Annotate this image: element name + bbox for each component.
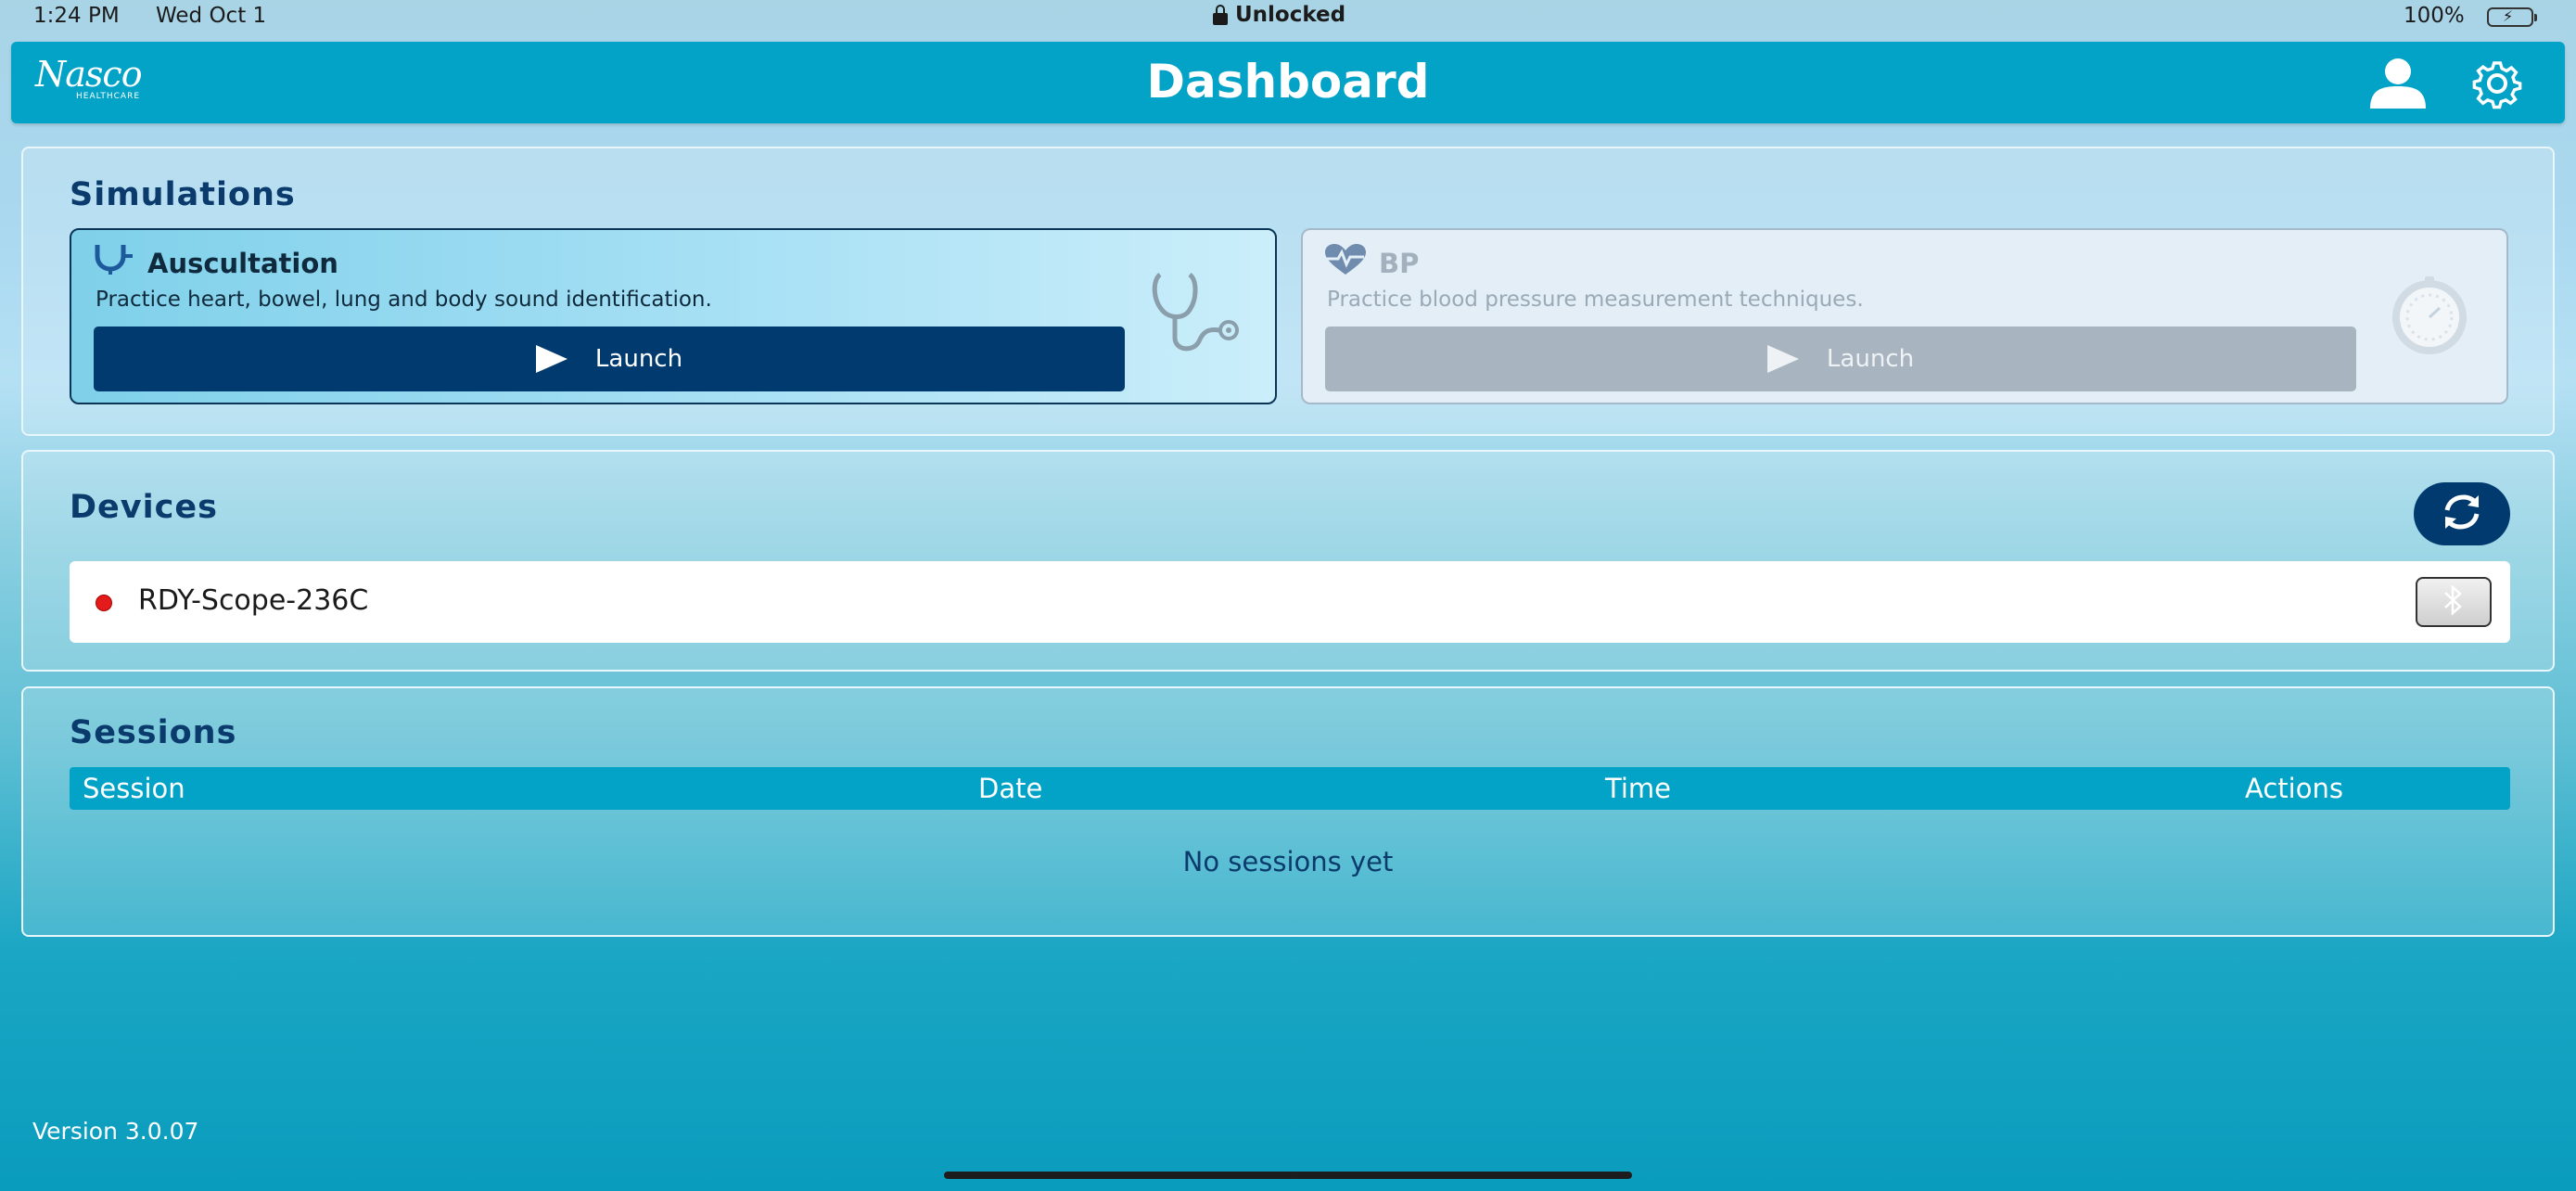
status-bar: 1:24 PM Wed Oct 1 Unlocked 100%: [0, 0, 2576, 35]
app-header: Nasco HEALTHCARE Dashboard: [11, 42, 2565, 123]
status-time: 1:24 PM: [33, 4, 120, 28]
devices-title: Devices: [70, 489, 218, 526]
launch-label: Launch: [1826, 345, 1915, 373]
bluetooth-icon: [2442, 584, 2466, 620]
stethoscope-icon: [92, 243, 136, 283]
battery-percent: 100%: [2404, 4, 2465, 28]
bp-title: BP: [1379, 247, 1420, 279]
bp-header: BP: [1323, 243, 1419, 283]
battery-icon: [2487, 7, 2537, 27]
bp-description: Practice blood pressure measurement tech…: [1327, 288, 1864, 312]
app-version: Version 3.0.07: [32, 1118, 199, 1145]
auscultation-description: Practice heart, bowel, lung and body sou…: [96, 288, 712, 312]
lock-icon: [1213, 4, 1228, 25]
launch-label: Launch: [594, 345, 683, 373]
empty-sessions-message: No sessions yet: [1182, 846, 1394, 877]
bluetooth-connect-button[interactable]: [2416, 577, 2492, 627]
column-header-date[interactable]: Date: [978, 773, 1042, 804]
simulations-title: Simulations: [70, 176, 296, 213]
lock-status: Unlocked: [1213, 3, 1345, 27]
column-header-time[interactable]: Time: [1605, 773, 1671, 804]
gauge-icon: [2378, 271, 2480, 360]
auscultation-launch-button[interactable]: Launch: [94, 327, 1125, 391]
refresh-icon: [2440, 493, 2484, 534]
column-header-actions: Actions: [2245, 773, 2343, 804]
simulations-panel: Simulations Auscultation Practice heart,…: [21, 147, 2555, 436]
lock-label: Unlocked: [1235, 3, 1346, 27]
play-icon: [535, 345, 567, 373]
connection-status-dot: [96, 595, 112, 611]
device-row[interactable]: RDY-Scope-236C: [70, 561, 2510, 643]
heart-pulse-icon: [1323, 243, 1368, 283]
home-indicator[interactable]: [944, 1172, 1632, 1179]
refresh-button[interactable]: [2414, 482, 2510, 545]
device-name: RDY-Scope-236C: [138, 584, 369, 617]
column-header-session[interactable]: Session: [83, 773, 185, 804]
page-title: Dashboard: [1146, 55, 1430, 109]
auscultation-title: Auscultation: [147, 247, 338, 279]
user-icon[interactable]: [2368, 57, 2428, 109]
bp-launch-button: Launch: [1325, 327, 2356, 391]
devices-panel: Devices RDY-Scope-236C: [21, 450, 2555, 672]
sessions-table-header: Session Date Time Actions: [70, 767, 2510, 810]
play-icon: [1766, 345, 1799, 373]
auscultation-header: Auscultation: [92, 243, 338, 283]
bp-card: BP Practice blood pressure measurement t…: [1301, 228, 2508, 404]
auscultation-card[interactable]: Auscultation Practice heart, bowel, lung…: [70, 228, 1277, 404]
stethoscope-icon: [1147, 271, 1249, 360]
gear-icon[interactable]: [2463, 58, 2531, 109]
sessions-panel: Sessions Session Date Time Actions No se…: [21, 686, 2555, 937]
sessions-title: Sessions: [70, 714, 237, 751]
status-date: Wed Oct 1: [156, 4, 267, 28]
